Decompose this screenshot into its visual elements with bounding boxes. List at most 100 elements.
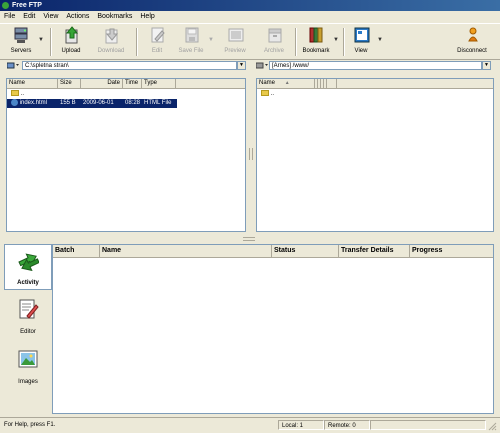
archive-button[interactable]: Archive xyxy=(259,26,289,58)
horizontal-splitter[interactable] xyxy=(0,234,500,242)
local-col-date[interactable]: Date xyxy=(81,79,123,88)
remote-col-name-label: Name xyxy=(259,80,276,86)
editor-tab[interactable]: Editor xyxy=(4,294,52,340)
list-item[interactable]: .. xyxy=(257,90,493,99)
view-label: View xyxy=(354,48,368,54)
list-item[interactable]: index.html 155 B 2009-06-01 08:28 HTML F… xyxy=(7,99,177,108)
status-remote-count: Remote: 0 xyxy=(324,420,370,430)
remote-path-field[interactable]: [Arnes] /www/ xyxy=(269,61,482,70)
remote-path-dropdown-icon[interactable]: ▼ xyxy=(482,61,491,70)
toolbar-separator xyxy=(50,28,52,56)
side-panel: Activity Editor Images xyxy=(4,244,52,414)
preview-icon xyxy=(227,26,244,43)
remote-server-icon[interactable] xyxy=(255,62,268,69)
html-file-icon xyxy=(11,99,18,106)
activity-tab[interactable]: Activity xyxy=(4,244,52,290)
resize-grip-icon[interactable] xyxy=(487,421,497,431)
vertical-splitter[interactable] xyxy=(246,78,254,232)
disconnect-label: Disconnect xyxy=(457,48,487,54)
local-path-field[interactable]: C:\spletna stran\ xyxy=(22,61,237,70)
activity-col-progress[interactable]: Progress xyxy=(410,245,493,257)
status-bar: For Help, press F1. Local: 1 Remote: 0 xyxy=(0,417,500,432)
list-item-name: index.html xyxy=(19,100,48,107)
status-local-count: Local: 1 xyxy=(278,420,324,430)
archive-label: Archive xyxy=(263,48,284,54)
save-file-button[interactable]: Save File xyxy=(176,26,206,58)
list-item-size: 155 B xyxy=(60,100,76,106)
activity-col-name[interactable]: Name xyxy=(100,245,272,257)
download-button[interactable]: Download xyxy=(94,26,128,58)
list-item[interactable]: .. xyxy=(7,90,245,99)
activity-label: Activity xyxy=(17,280,39,286)
images-tab[interactable]: Images xyxy=(4,344,52,390)
local-col-type[interactable]: Type xyxy=(142,79,176,88)
local-col-size[interactable]: Size xyxy=(58,79,81,88)
download-label: Download xyxy=(97,48,125,54)
local-list-header: Name Size Date Time Type xyxy=(7,79,245,89)
list-item-date: 2009-06-01 xyxy=(83,100,114,106)
folder-up-icon xyxy=(11,90,19,97)
editor-label: Editor xyxy=(20,329,36,335)
bookmark-label: Bookmark xyxy=(302,48,330,54)
activity-col-status[interactable]: Status xyxy=(272,245,339,257)
editor-icon xyxy=(17,298,39,320)
menu-actions[interactable]: Actions xyxy=(62,11,93,23)
menu-view[interactable]: View xyxy=(39,11,62,23)
bookmark-dropdown-icon[interactable]: ▼ xyxy=(333,37,339,43)
bookmark-button[interactable]: Bookmark xyxy=(300,26,332,58)
bookmark-icon xyxy=(308,26,324,43)
splitter-grip-icon xyxy=(243,237,255,241)
local-col-time[interactable]: Time xyxy=(123,79,142,88)
servers-dropdown-icon[interactable]: ▼ xyxy=(38,37,44,43)
menu-bookmarks[interactable]: Bookmarks xyxy=(93,11,136,23)
remote-list-header: Name ▲ xyxy=(257,79,493,89)
edit-icon xyxy=(149,26,165,43)
list-item-name: .. xyxy=(270,91,275,97)
title-bar: Free FTP xyxy=(0,0,500,11)
toolbar-separator xyxy=(295,28,297,56)
menu-file[interactable]: File xyxy=(0,11,19,23)
toolbar-separator xyxy=(136,28,138,56)
list-item-type: HTML File xyxy=(144,100,172,106)
status-empty-panel xyxy=(370,420,486,430)
view-button[interactable]: View xyxy=(348,26,374,58)
remote-file-list[interactable]: Name ▲ .. xyxy=(256,78,494,232)
remote-col-name[interactable]: Name ▲ xyxy=(257,79,315,88)
images-icon xyxy=(17,348,39,370)
preview-button[interactable]: Preview xyxy=(220,26,250,58)
local-path-dropdown-icon[interactable]: ▼ xyxy=(237,61,246,70)
edit-label: Edit xyxy=(151,48,163,54)
menu-help[interactable]: Help xyxy=(136,11,158,23)
toolbar-separator xyxy=(343,28,345,56)
local-drive-icon[interactable] xyxy=(6,62,19,69)
local-col-name[interactable]: Name xyxy=(7,79,58,88)
upload-button[interactable]: Upload xyxy=(56,26,86,58)
save-file-dropdown-icon[interactable]: ▼ xyxy=(208,37,214,43)
remote-col-divider[interactable] xyxy=(327,79,337,88)
upload-icon xyxy=(63,26,79,44)
folder-up-icon xyxy=(261,90,269,97)
list-item-time: 08:28 xyxy=(125,100,141,106)
local-file-list[interactable]: Name Size Date Time Type .. index.html 1… xyxy=(6,78,246,232)
toolbar: Servers ▼ Upload Download Edit Save File… xyxy=(0,23,500,60)
app-icon xyxy=(2,2,9,9)
upload-label: Upload xyxy=(61,48,81,54)
images-label: Images xyxy=(18,379,38,385)
servers-button[interactable]: Servers xyxy=(6,26,36,58)
preview-label: Preview xyxy=(224,48,246,54)
view-icon xyxy=(353,26,370,43)
view-dropdown-icon[interactable]: ▼ xyxy=(377,37,383,43)
splitter-grip-icon xyxy=(249,148,253,160)
download-icon xyxy=(103,26,119,44)
disconnect-button[interactable]: Disconnect xyxy=(452,26,492,58)
menu-bar: File Edit View Actions Bookmarks Help xyxy=(0,11,500,23)
activity-table[interactable]: Batch Name Status Transfer Details Progr… xyxy=(52,244,494,414)
activity-col-batch[interactable]: Batch xyxy=(53,245,100,257)
servers-icon xyxy=(13,26,29,43)
edit-button[interactable]: Edit xyxy=(143,26,171,58)
activity-col-transfer-details[interactable]: Transfer Details xyxy=(339,245,410,257)
sort-ascending-icon: ▲ xyxy=(284,80,290,86)
activity-table-header: Batch Name Status Transfer Details Progr… xyxy=(53,245,493,258)
activity-icon xyxy=(17,249,40,272)
menu-edit[interactable]: Edit xyxy=(19,11,39,23)
